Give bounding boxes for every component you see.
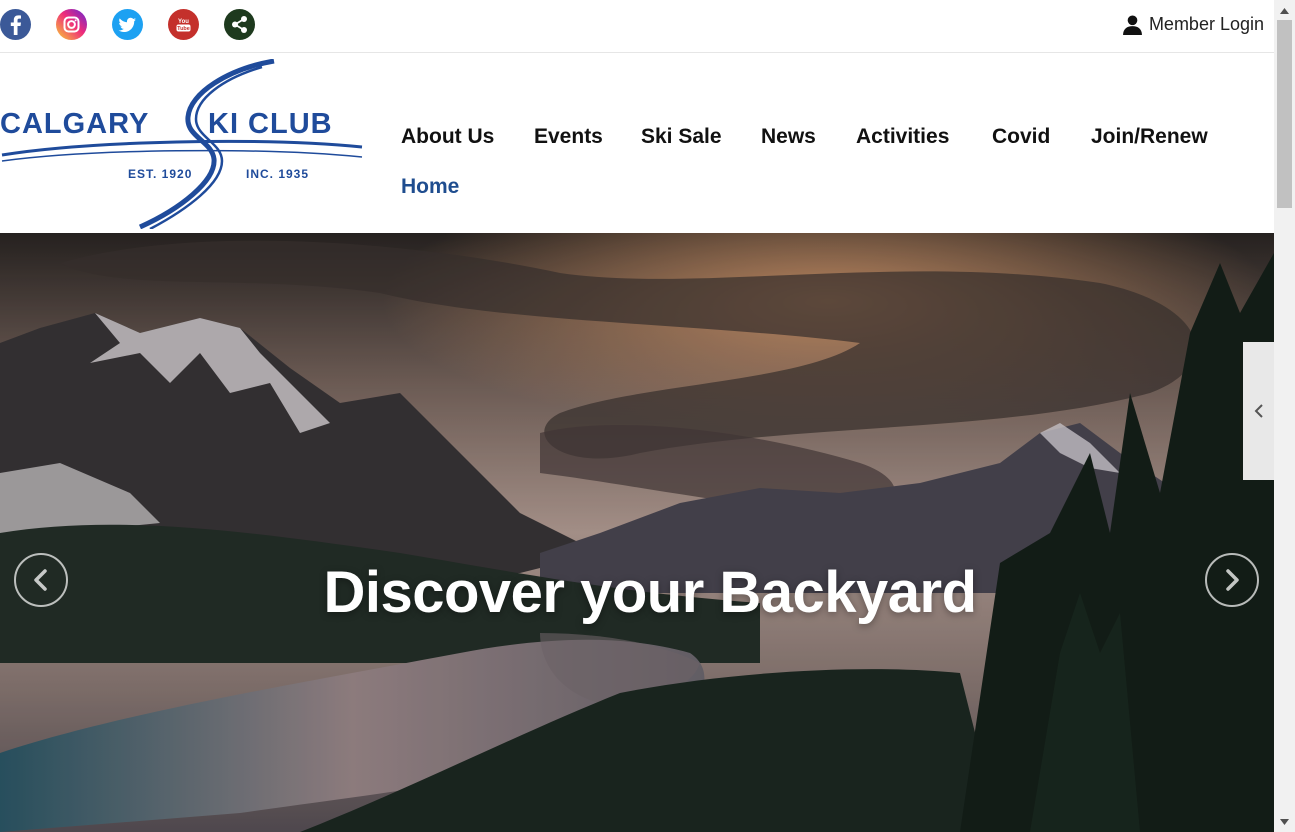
site-header: CALGARY KI CLUB EST. 1920 INC. 1935 Abou… [0, 53, 1274, 233]
scroll-down-button[interactable] [1274, 813, 1295, 830]
youtube-label-bottom: Tube [177, 26, 190, 32]
triangle-up-icon [1280, 7, 1289, 14]
nav-item-about-us[interactable]: About Us [401, 125, 494, 149]
facebook-icon[interactable] [0, 9, 31, 40]
member-login-link[interactable]: Member Login [1122, 14, 1264, 35]
logo-inc: INC. 1935 [246, 167, 309, 181]
nav-item-covid[interactable]: Covid [992, 125, 1050, 149]
nav-item-ski-sale[interactable]: Ski Sale [641, 125, 722, 149]
chevron-left-icon [1254, 404, 1263, 418]
instagram-icon[interactable] [56, 9, 87, 40]
side-panel-toggle[interactable] [1243, 342, 1274, 480]
nav-item-events[interactable]: Events [534, 125, 603, 149]
nav-item-news[interactable]: News [761, 125, 816, 149]
nav-item-activities[interactable]: Activities [856, 125, 949, 149]
logo-text-calgary: CALGARY [0, 108, 149, 140]
triangle-down-icon [1280, 818, 1289, 825]
slider-next-button[interactable] [1205, 553, 1259, 607]
scroll-up-button[interactable] [1274, 2, 1295, 19]
youtube-icon[interactable]: You Tube [168, 9, 199, 40]
calgary-ski-club-logo[interactable]: CALGARY KI CLUB EST. 1920 INC. 1935 [0, 58, 366, 231]
twitter-icon[interactable] [112, 9, 143, 40]
slider-prev-button[interactable] [14, 553, 68, 607]
nav-item-join-renew[interactable]: Join/Renew [1091, 125, 1208, 149]
youtube-label-top: You [178, 19, 189, 25]
nav-item-home[interactable]: Home [401, 175, 459, 199]
share-icon[interactable] [224, 9, 255, 40]
top-bar: You Tube Member Login [0, 0, 1274, 53]
hero-slider: Discover your Backyard [0, 233, 1274, 832]
logo-est: EST. 1920 [128, 167, 192, 181]
chevron-left-icon [34, 569, 47, 591]
chevron-right-icon [1226, 569, 1239, 591]
scrollbar-thumb[interactable] [1277, 20, 1292, 208]
user-icon [1122, 15, 1142, 35]
hero-background-image [0, 233, 1274, 832]
member-login-label: Member Login [1148, 14, 1264, 34]
logo-text-club: KI CLUB [208, 108, 333, 140]
hero-title: Discover your Backyard [323, 560, 977, 625]
